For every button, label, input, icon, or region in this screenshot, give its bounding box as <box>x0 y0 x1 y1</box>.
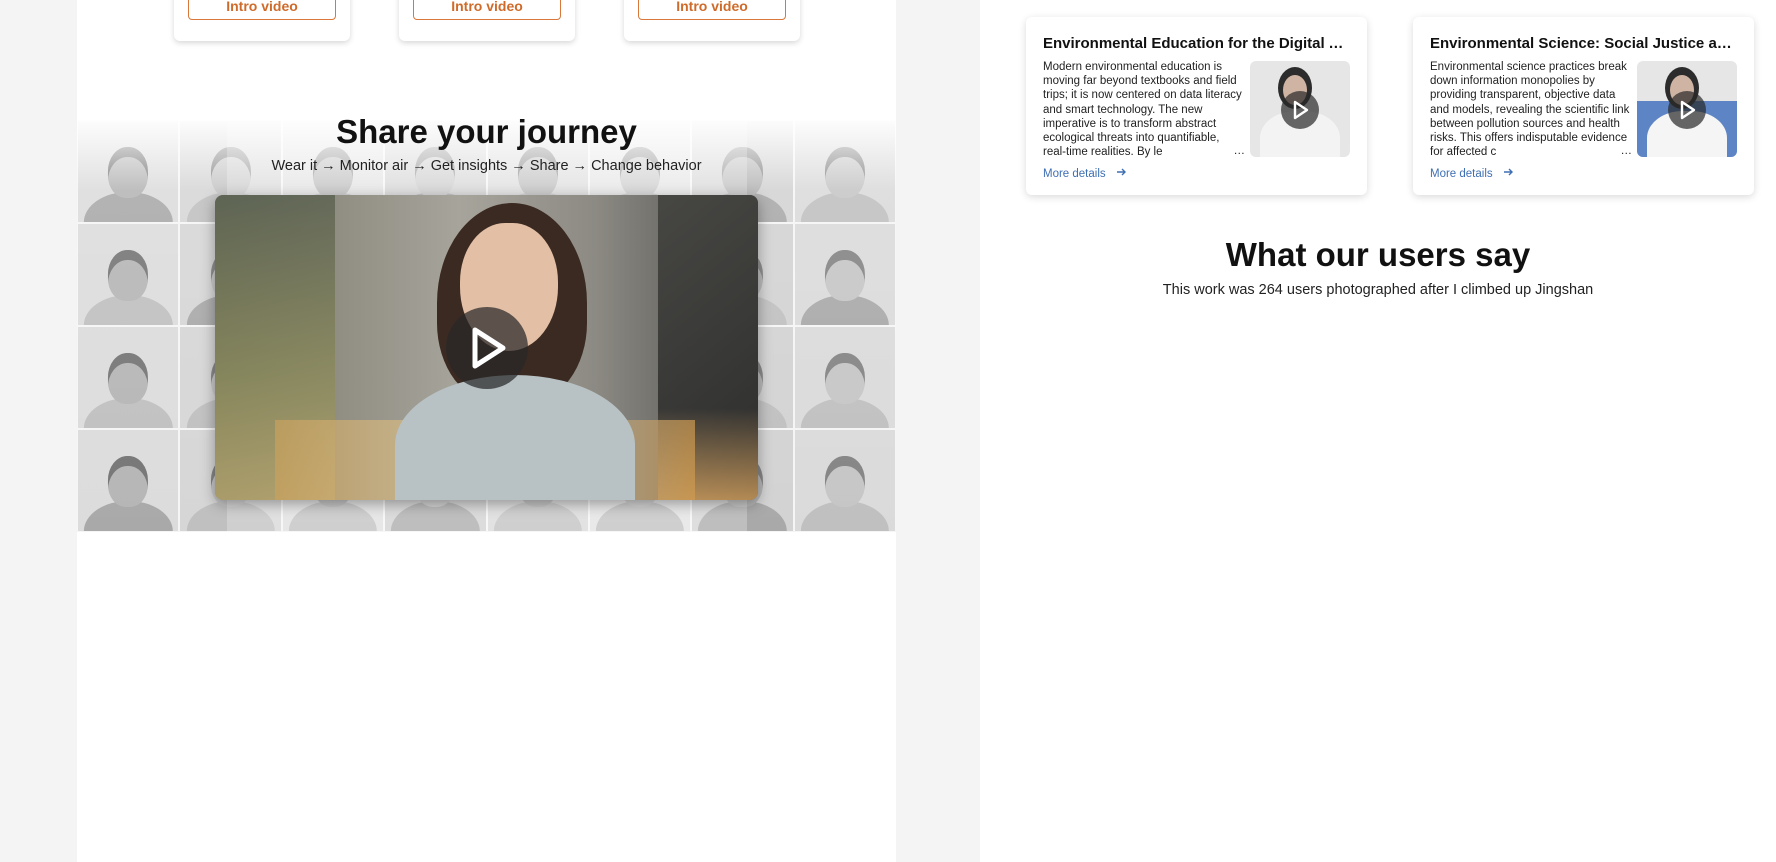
play-icon[interactable] <box>446 307 528 389</box>
intro-card: Intro video <box>399 0 575 41</box>
play-icon[interactable] <box>1281 91 1319 129</box>
intro-video-button[interactable]: Intro video <box>638 0 786 20</box>
play-icon[interactable] <box>1668 91 1706 129</box>
arrow-right-icon <box>1503 167 1514 180</box>
intro-video-button[interactable]: Intro video <box>188 0 336 20</box>
more-details-label[interactable]: More details <box>1430 168 1493 180</box>
intro-card: Intro video <box>174 0 350 41</box>
course-title[interactable]: Environmental Education for the Digital … <box>1043 35 1353 52</box>
arrow-right-icon <box>1116 167 1127 180</box>
course-description: Environmental science practices break do… <box>1430 60 1632 158</box>
journey-video[interactable] <box>215 195 758 500</box>
journey-title: Share your journey <box>336 113 637 150</box>
course-video-thumbnail[interactable] <box>1250 61 1350 157</box>
journey-steps: Wear it → Monitor air → Get insights → S… <box>271 158 702 174</box>
more-details-label[interactable]: More details <box>1043 168 1106 180</box>
course-title[interactable]: Environmental Science: Social Justice an… <box>1430 35 1740 52</box>
testimonials-subtitle: This work was 264 users photographed aft… <box>1162 282 1594 298</box>
course-card[interactable]: Environmental Education for the Digital … <box>1026 17 1367 195</box>
course-description: Modern environmental education is moving… <box>1043 60 1245 158</box>
intro-video-button[interactable]: Intro video <box>413 0 561 20</box>
testimonials-title: What our users say <box>1225 236 1531 273</box>
left-panel: Intro video Intro video Intro video Shar… <box>77 0 896 862</box>
intro-card: Intro video <box>624 0 800 41</box>
more-details-link[interactable]: More details <box>1430 167 1514 180</box>
course-video-thumbnail[interactable] <box>1637 61 1737 157</box>
more-details-link[interactable]: More details <box>1043 167 1127 180</box>
course-card[interactable]: Environmental Science: Social Justice an… <box>1413 17 1754 195</box>
right-panel: Environmental Education for the Digital … <box>980 0 1776 862</box>
